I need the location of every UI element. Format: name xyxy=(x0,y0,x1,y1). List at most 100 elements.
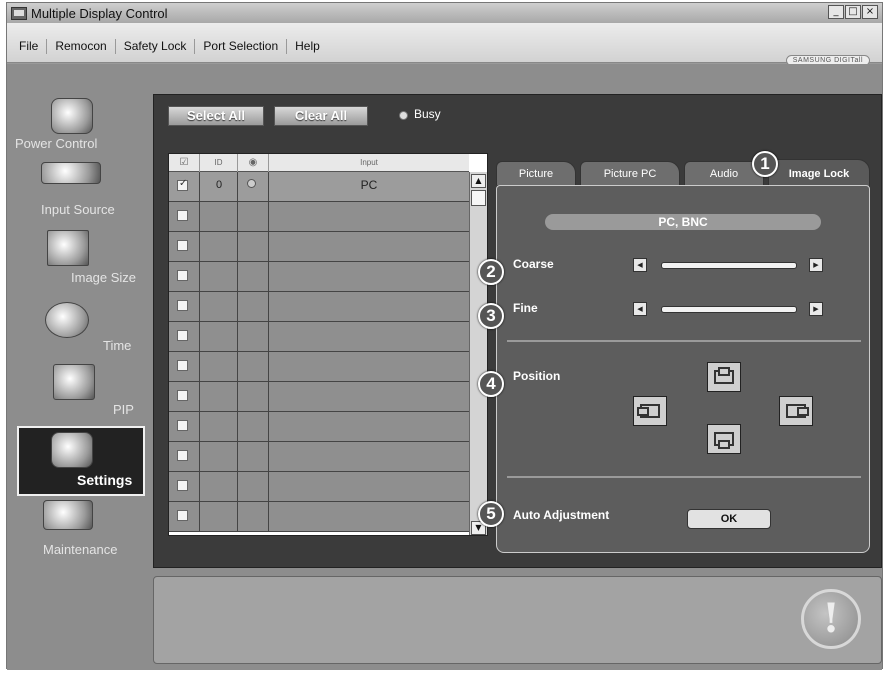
row-checkbox[interactable] xyxy=(177,240,188,251)
position-right-button[interactable] xyxy=(779,396,813,426)
menu-file[interactable]: File xyxy=(11,39,48,54)
app-window: Multiple Display Control _ □ × File Remo… xyxy=(6,2,883,670)
id-cell xyxy=(200,322,238,351)
menu-port-selection[interactable]: Port Selection xyxy=(195,39,288,54)
id-cell xyxy=(200,472,238,501)
sidebar-item-input-source[interactable]: Input Source xyxy=(15,162,143,228)
sidebar-item-label: PIP xyxy=(113,402,134,417)
header-status: ◉ xyxy=(238,154,269,172)
table-row[interactable] xyxy=(169,382,469,412)
sidebar-item-image-size[interactable]: Image Size xyxy=(15,228,143,294)
fine-increase-icon[interactable]: ▶ xyxy=(809,302,823,316)
id-cell xyxy=(200,292,238,321)
row-checkbox[interactable] xyxy=(177,510,188,521)
table-row[interactable] xyxy=(169,442,469,472)
settings-tabs: Picture Picture PC Audio Image Lock xyxy=(496,155,870,187)
id-cell xyxy=(200,442,238,471)
row-checkbox[interactable] xyxy=(177,178,188,191)
status-cell xyxy=(238,442,269,471)
callout-3: 3 xyxy=(478,303,504,329)
coarse-track[interactable] xyxy=(661,262,797,269)
menu-safety-lock[interactable]: Safety Lock xyxy=(116,39,196,54)
sidebar-item-power-control[interactable]: Power Control xyxy=(15,94,143,160)
status-cell xyxy=(238,292,269,321)
table-row[interactable] xyxy=(169,472,469,502)
table-row[interactable] xyxy=(169,502,469,532)
table-row[interactable] xyxy=(169,292,469,322)
position-down-button[interactable] xyxy=(707,424,741,454)
coarse-decrease-icon[interactable]: ◀ xyxy=(633,258,647,272)
status-cell xyxy=(238,202,269,231)
menu-remocon[interactable]: Remocon xyxy=(47,39,116,54)
table-row[interactable]: 0 PC xyxy=(169,172,469,202)
id-cell xyxy=(200,202,238,231)
status-cell xyxy=(238,262,269,291)
row-checkbox[interactable] xyxy=(177,420,188,431)
row-checkbox[interactable] xyxy=(177,210,188,221)
position-left-icon xyxy=(637,407,649,416)
id-cell xyxy=(200,352,238,381)
grid-header: ☑ ID ◉ Input xyxy=(169,154,469,172)
row-input: PC xyxy=(360,178,378,192)
status-cell xyxy=(238,382,269,411)
sidebar-item-pip[interactable]: PIP xyxy=(15,362,143,428)
row-checkbox[interactable] xyxy=(177,360,188,371)
divider xyxy=(507,340,861,342)
main-panel: Select All Clear All Busy ☑ ID ◉ Input 0… xyxy=(153,94,882,568)
fine-slider[interactable]: ◀ ▶ xyxy=(633,302,827,316)
position-up-button[interactable] xyxy=(707,362,741,392)
table-row[interactable] xyxy=(169,352,469,382)
fine-track[interactable] xyxy=(661,306,797,313)
sidebar-item-settings[interactable]: Settings xyxy=(17,426,145,496)
row-checkbox[interactable] xyxy=(177,480,188,491)
id-cell xyxy=(200,382,238,411)
table-row[interactable] xyxy=(169,412,469,442)
clear-all-button[interactable]: Clear All xyxy=(274,106,368,126)
close-button[interactable]: × xyxy=(862,5,878,19)
minimize-button[interactable]: _ xyxy=(828,5,844,19)
scroll-up-icon[interactable]: ▲ xyxy=(471,174,486,188)
row-checkbox[interactable] xyxy=(177,450,188,461)
source-banner: PC, BNC xyxy=(545,214,821,230)
image-size-icon xyxy=(47,230,89,266)
app-icon xyxy=(11,6,27,20)
tab-picture[interactable]: Picture xyxy=(496,161,576,185)
grid-rows: 0 PC xyxy=(169,172,469,532)
row-checkbox[interactable] xyxy=(177,300,188,311)
settings-icon xyxy=(51,432,93,468)
table-row[interactable] xyxy=(169,232,469,262)
coarse-increase-icon[interactable]: ▶ xyxy=(809,258,823,272)
coarse-label: Coarse xyxy=(513,257,554,271)
menu-help[interactable]: Help xyxy=(287,39,328,54)
grid-scrollbar[interactable]: ▲ ▼ xyxy=(469,172,487,535)
tab-image-lock[interactable]: Image Lock xyxy=(768,159,870,187)
maximize-button[interactable]: □ xyxy=(845,5,861,19)
table-row[interactable] xyxy=(169,202,469,232)
sidebar-item-time[interactable]: Time xyxy=(15,294,143,360)
position-left-button[interactable] xyxy=(633,396,667,426)
display-grid: ☑ ID ◉ Input 0 PC ▲ ▼ xyxy=(168,153,488,536)
busy-label: Busy xyxy=(414,107,441,121)
auto-adjust-ok-button[interactable]: OK xyxy=(687,509,771,529)
sidebar-item-label: Time xyxy=(103,338,132,353)
id-cell xyxy=(200,412,238,441)
input-source-icon xyxy=(41,162,101,184)
sidebar-item-maintenance[interactable]: Maintenance xyxy=(15,498,143,564)
row-checkbox[interactable] xyxy=(177,390,188,401)
id-cell xyxy=(200,262,238,291)
coarse-slider[interactable]: ◀ ▶ xyxy=(633,258,827,272)
table-row[interactable] xyxy=(169,322,469,352)
status-cell xyxy=(238,232,269,261)
callout-1: 1 xyxy=(752,151,778,177)
sidebar-item-label: Power Control xyxy=(15,136,98,151)
select-all-button[interactable]: Select All xyxy=(168,106,264,126)
status-cell xyxy=(238,412,269,441)
scroll-thumb[interactable] xyxy=(471,190,486,206)
table-row[interactable] xyxy=(169,262,469,292)
auto-adjustment-label: Auto Adjustment xyxy=(513,508,610,522)
row-checkbox[interactable] xyxy=(177,270,188,281)
header-check-all[interactable]: ☑ xyxy=(169,154,200,172)
row-checkbox[interactable] xyxy=(177,330,188,341)
fine-decrease-icon[interactable]: ◀ xyxy=(633,302,647,316)
tab-picture-pc[interactable]: Picture PC xyxy=(580,161,680,185)
